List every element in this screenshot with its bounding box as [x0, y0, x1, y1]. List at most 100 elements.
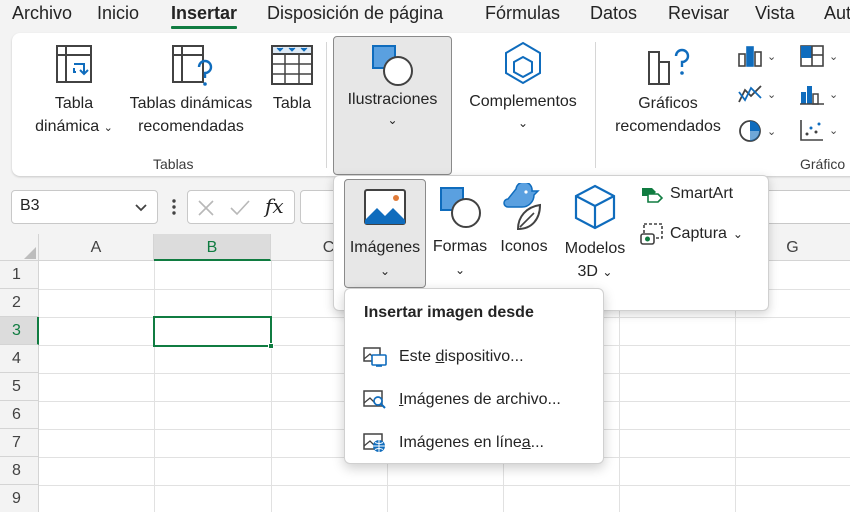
illustrations-button[interactable]: Ilustraciones ⌄ [333, 36, 452, 175]
column-header-a[interactable]: A [39, 234, 154, 261]
ribbon-divider [595, 42, 596, 168]
recommended-charts-button[interactable]: Gráficos recomendados [604, 42, 732, 142]
pivot-table-button[interactable]: Tabla dinámica ⌄ [28, 42, 120, 142]
illustrations-label: Ilustraciones [347, 91, 438, 108]
line-chart-button[interactable]: ⌄ [737, 82, 776, 106]
menu-item-this-device[interactable]: Este dispositivo... [346, 339, 602, 375]
pictures-label: Imágenes [349, 239, 421, 256]
hierarchy-chart-button[interactable]: ⌄ [799, 44, 838, 68]
recommended-pivot-icon [172, 45, 213, 86]
row-header-5[interactable]: 5 [0, 373, 39, 401]
chevron-down-icon: ⌄ [387, 113, 398, 127]
pivot-table-label-2: dinámica ⌄ [35, 118, 113, 135]
hierarchy-chart-icon [800, 45, 824, 67]
row-header-3[interactable]: 3 [0, 317, 39, 345]
recommended-pivot-label-2: recomendadas [138, 118, 244, 135]
tab-disposicion[interactable]: Disposición de página [267, 3, 443, 24]
pie-chart-button[interactable]: ⌄ [737, 118, 776, 144]
chevron-down-icon: ⌄ [454, 263, 466, 277]
table-button[interactable]: Tabla [266, 42, 318, 142]
tab-datos[interactable]: Datos [590, 3, 637, 24]
recommended-charts-label-1: Gráficos [638, 95, 698, 112]
tab-insertar[interactable]: Insertar [171, 3, 237, 24]
group-label-tablas: Tablas [153, 156, 194, 172]
picture-icon [364, 189, 406, 225]
screenshot-button[interactable]: Captura ⌄ [640, 222, 743, 246]
row-header-4[interactable]: 4 [0, 345, 39, 373]
menu-item-label: Imágenes en línea... [399, 434, 544, 451]
scatter-chart-button[interactable]: ⌄ [799, 118, 838, 142]
chevron-down-icon: ⌄ [379, 264, 391, 278]
pie-chart-icon [739, 120, 761, 142]
row-header-6[interactable]: 6 [0, 401, 39, 429]
chevron-down-icon: ⌄ [829, 124, 839, 137]
tab-formulas[interactable]: Fórmulas [485, 3, 560, 24]
row-header-7[interactable]: 7 [0, 429, 39, 457]
row-header-8[interactable]: 8 [0, 457, 39, 485]
selected-cell-b3[interactable] [153, 316, 272, 347]
3d-models-button[interactable]: Modelos 3D ⌄ [558, 179, 632, 288]
scatter-chart-icon [800, 120, 823, 141]
chevron-down-icon: ⌄ [103, 122, 113, 134]
row-header-2[interactable]: 2 [0, 289, 39, 317]
menu-item-label: Imágenes de archivo... [399, 391, 561, 408]
addins-icon [505, 41, 541, 85]
tab-inicio[interactable]: Inicio [97, 3, 139, 24]
column-header-b[interactable]: B [154, 234, 271, 261]
more-options-icon[interactable] [170, 197, 178, 217]
illustrations-icon [372, 45, 413, 86]
menu-item-online-pictures[interactable]: Imágenes en línea... [346, 425, 602, 461]
chevron-down-icon: ⌄ [767, 50, 777, 63]
pivot-table-icon [56, 45, 92, 83]
recommended-pivot-label-1: Tablas dinámicas [129, 95, 253, 112]
statistic-chart-button[interactable]: ⌄ [799, 82, 838, 106]
pictures-button[interactable]: Imágenes ⌄ [344, 179, 426, 288]
chevron-down-icon[interactable] [133, 199, 149, 215]
table-label: Tabla [272, 95, 312, 112]
column-chart-button[interactable]: ⌄ [737, 44, 776, 68]
active-tab-indicator [171, 26, 237, 29]
recommended-pivot-button[interactable]: Tablas dinámicas recomendadas [124, 42, 258, 142]
select-all-triangle-icon [24, 247, 36, 259]
smartart-label: SmartArt [670, 185, 734, 202]
3d-model-icon [574, 184, 616, 230]
fill-handle[interactable] [268, 343, 274, 349]
insert-function-button[interactable]: fx [265, 194, 284, 218]
ribbon-divider [326, 42, 327, 168]
online-pictures-icon [363, 433, 385, 452]
tab-vista[interactable]: Vista [755, 3, 795, 24]
menu-bar: Archivo Inicio Insertar Disposición de p… [0, 0, 850, 30]
chevron-down-icon: ⌄ [767, 88, 777, 101]
menu-header: Insertar imagen desde [364, 304, 534, 321]
tab-automatizar[interactable]: Aut [824, 3, 850, 24]
row-header-9[interactable]: 9 [0, 485, 39, 512]
menu-item-stock-images[interactable]: Imágenes de archivo... [346, 382, 602, 418]
recommended-charts-label-2: recomendados [615, 118, 721, 135]
formula-buttons: fx [187, 190, 295, 224]
column-chart-icon [738, 46, 762, 67]
3d-models-label-2: 3D ⌄ [577, 263, 613, 280]
device-icon [363, 347, 387, 367]
smartart-button[interactable]: SmartArt [640, 184, 733, 204]
chevron-down-icon: ⌄ [829, 88, 839, 101]
insert-picture-menu: Insertar imagen desde Este dispositivo..… [344, 288, 604, 464]
addins-button[interactable]: Complementos ⌄ [462, 40, 584, 140]
icons-label: Iconos [500, 238, 548, 255]
menu-item-label: Este dispositivo... [399, 348, 524, 365]
chevron-down-icon: ⌄ [829, 50, 839, 63]
shapes-button[interactable]: Formas ⌄ [430, 179, 490, 288]
icons-button[interactable]: Iconos [494, 179, 554, 259]
gridline [154, 261, 155, 512]
line-chart-icon [738, 85, 762, 103]
confirm-icon[interactable] [229, 198, 251, 218]
chevron-down-icon: ⌄ [602, 265, 613, 279]
tab-revisar[interactable]: Revisar [668, 3, 729, 24]
shapes-label: Formas [432, 238, 488, 255]
chevron-down-icon: ⌄ [517, 116, 529, 130]
tab-archivo[interactable]: Archivo [12, 3, 72, 24]
gridline [271, 261, 272, 512]
row-header-1[interactable]: 1 [0, 261, 39, 289]
name-box[interactable]: B3 [11, 190, 158, 224]
cancel-icon[interactable] [196, 198, 216, 218]
pivot-table-label-1: Tabla [54, 95, 94, 112]
